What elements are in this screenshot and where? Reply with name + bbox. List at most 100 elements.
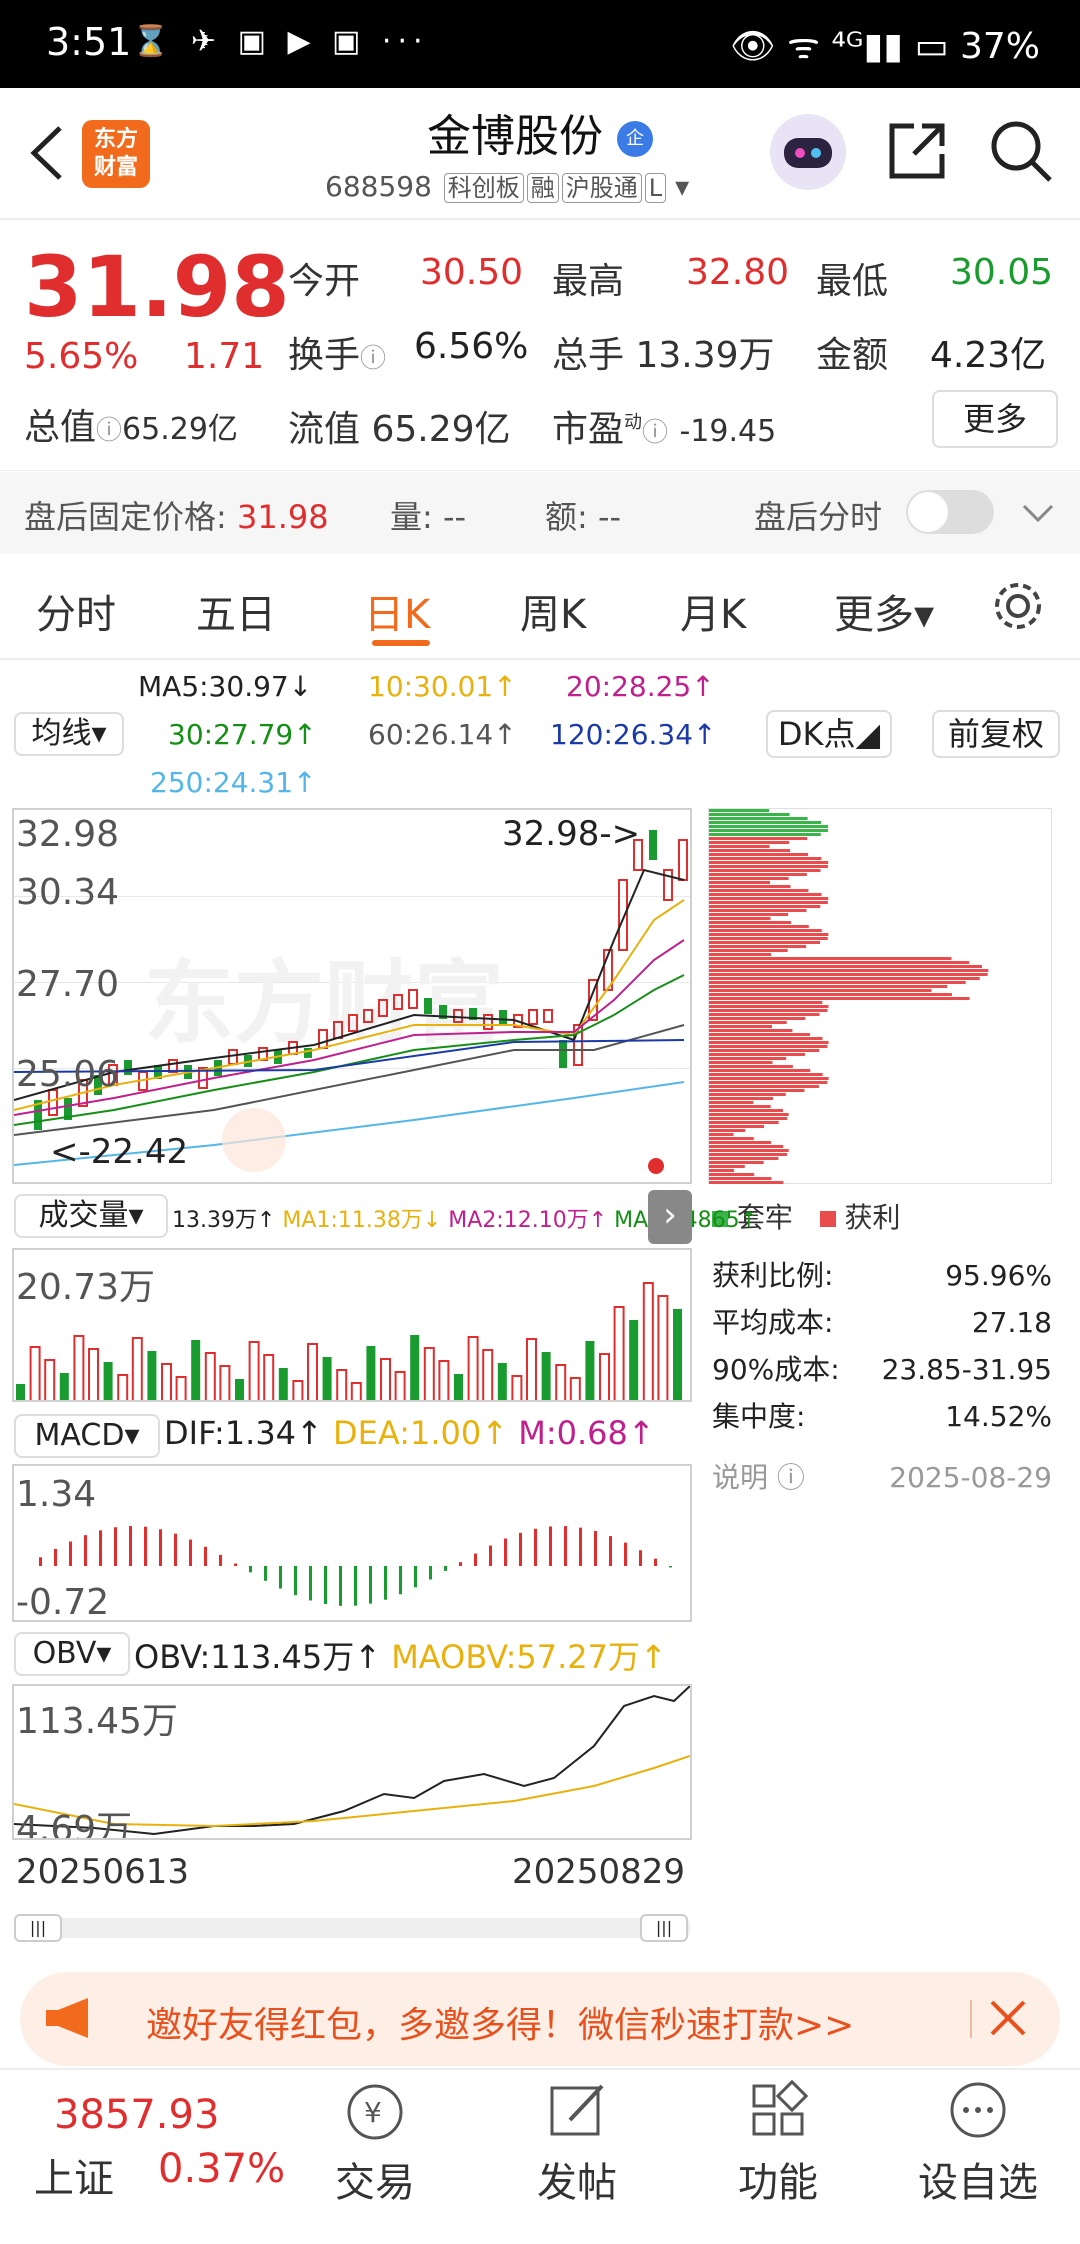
dk-point-button[interactable]: DK点◢ [766,710,892,758]
tab-more[interactable]: 更多▾ [834,582,934,640]
turnover-label: 换手ⓘ [288,335,387,376]
index-name: 上证 [34,2156,114,2202]
change-amount: 1.71 [184,336,265,377]
volume-y-label: 20.73万 [16,1267,156,1308]
index-change: 0.37% [158,2146,286,2192]
macd-bottom-label: -0.72 [16,1582,110,1622]
ma10-value: 10:30.01↑ [368,670,517,703]
trade-icon[interactable]: ¥ [340,2082,410,2146]
banner-divider [970,2000,972,2038]
nav-trade[interactable]: 交易 [295,2150,455,2208]
kline-y-label: 30.34 [16,872,120,913]
ma60-value: 60:26.14↑ [368,718,517,751]
kline-low-marker: <-22.42 [50,1132,189,1172]
chip-bars [709,809,989,1184]
tab-daily-k[interactable]: 日K [364,582,430,640]
svg-text:¥: ¥ [364,2096,382,2129]
watchlist-icon[interactable] [948,2080,1008,2144]
end-date: 20250829 [512,1852,686,1892]
afterhours-toggle-label: 盘后分时 [754,498,883,536]
expand-panel-button[interactable]: › [648,1190,692,1244]
tab-monthly-k[interactable]: 月K [680,582,746,640]
active-tab-underline [372,640,430,646]
kline-y-label: 25.06 [16,1054,120,1095]
ma-dropdown[interactable]: 均线▾ [14,712,124,756]
afterhours-price: 盘后固定价格: 31.98 [24,498,329,536]
float-value: 流值 65.29亿 [288,409,511,450]
nav-functions[interactable]: 功能 [698,2150,858,2208]
tab-weekly-k[interactable]: 周K [520,582,586,640]
megaphone-icon [44,1996,96,2044]
obv-legend: OBV:113.45万↑ MAOBV:57.27万↑ [134,1638,667,1676]
adjust-button[interactable]: 前复权 [932,710,1060,758]
change-percent: 5.65% [24,336,139,377]
ma30-value: 30:27.79↑ [168,718,317,751]
ma5-value: MA5:30.97↓ [138,670,313,703]
tab-intraday[interactable]: 分时 [36,582,116,640]
status-system-icons: 👁 ᯤ ⁴ᴳ▮▮ ▭ 37% [730,26,1040,67]
status-bar: 3:51 ⌛ ✈ ▣ ▶ ▣ ··· 👁 ᯤ ⁴ᴳ▮▮ ▭ 37% [0,0,1080,88]
enterprise-badge: 企 [617,121,653,157]
afterhours-volume: 量: -- [390,498,467,536]
banner-text: 邀好友得红包，多邀多得！微信秒速打款>> [146,2005,855,2046]
afterhours-amount: 额: -- [545,498,622,536]
amount-value: 4.23亿 [930,335,1047,376]
obv-top-label: 113.45万 [16,1701,178,1742]
chip-distribution-chart [708,808,1052,1184]
kline-high-marker: 32.98-> [502,814,641,854]
open-label: 今开 [288,261,361,302]
chip-stats: 获利比例: 95.96% 平均成本: 27.18 90%成本: 23.85-31.95… [712,1252,1052,1501]
macd-dropdown[interactable]: MACD▾ [14,1414,160,1458]
volume-dropdown[interactable]: 成交量▾ [14,1194,168,1238]
volume-chart[interactable]: 20.73万 [12,1248,692,1402]
search-icon[interactable] [988,118,1054,188]
status-notification-icons: ⌛ ✈ ▣ ▶ ▣ ··· [132,24,429,59]
low-value: 30.05 [950,252,1054,293]
share-icon[interactable] [884,118,950,188]
macd-top-label: 1.34 [16,1474,97,1515]
macd-bars [39,1526,672,1606]
stock-code-tags: 688598 科创板融沪股通 L ▾ [325,170,690,203]
macd-chart[interactable]: 1.34 -0.72 [12,1464,692,1622]
macd-legend: DIF:1.34↑ DEA:1.00↑ M:0.68↑ [164,1414,655,1452]
obv-chart[interactable]: 113.45万 4.69万 [12,1684,692,1840]
more-button[interactable]: 更多 [932,390,1058,448]
explain-link[interactable]: 说明 ⓘ [712,1454,805,1501]
chevron-down-icon[interactable] [1020,498,1056,532]
ai-robot-icon[interactable] [770,114,846,190]
nav-add-watchlist[interactable]: 设自选 [898,2150,1058,2208]
kline-chart[interactable]: 东方财富 32.98 30.34 27.70 25.06 <-22.42 32.… [12,808,692,1184]
divider [0,658,1080,660]
pe-value: 市盈动ⓘ -19.45 [552,409,777,450]
nav-post[interactable]: 发帖 [497,2150,657,2208]
ma250-value: 250:24.31↑ [150,766,317,799]
close-icon[interactable] [986,1996,1030,2044]
range-slider-track[interactable] [14,1918,690,1938]
ma20-value: 20:28.25↑ [566,670,715,703]
divider [0,470,1080,471]
post-icon[interactable] [548,2080,608,2144]
total-value-label: 总值ⓘ65.29亿 [24,407,238,448]
high-value: 32.80 [686,252,790,293]
obv-bottom-label: 4.69万 [16,1809,133,1840]
index-value[interactable]: 3857.93 [54,2092,219,2138]
kline-y-label: 32.98 [16,814,120,855]
low-label: 最低 [816,261,889,302]
functions-icon[interactable] [748,2079,809,2144]
amount-label: 金额 [816,335,889,376]
volume-label: 总手 13.39万 [552,335,775,376]
status-time: 3:51 [46,20,132,64]
high-label: 最高 [552,261,625,302]
turnover-value: 6.56% [414,326,529,367]
range-slider-left-handle[interactable]: ||| [14,1914,62,1942]
range-slider-right-handle[interactable]: ||| [640,1914,688,1942]
settings-gear-icon[interactable] [990,578,1046,638]
open-value: 30.50 [420,252,524,293]
obv-dropdown[interactable]: OBV▾ [14,1632,130,1676]
afterhours-toggle[interactable] [906,490,994,534]
current-price: 31.98 [24,238,290,336]
kline-y-label: 27.70 [16,964,120,1005]
ma120-value: 120:26.34↑ [550,718,717,751]
start-date: 20250613 [16,1852,190,1892]
tab-five-day[interactable]: 五日 [196,582,276,640]
